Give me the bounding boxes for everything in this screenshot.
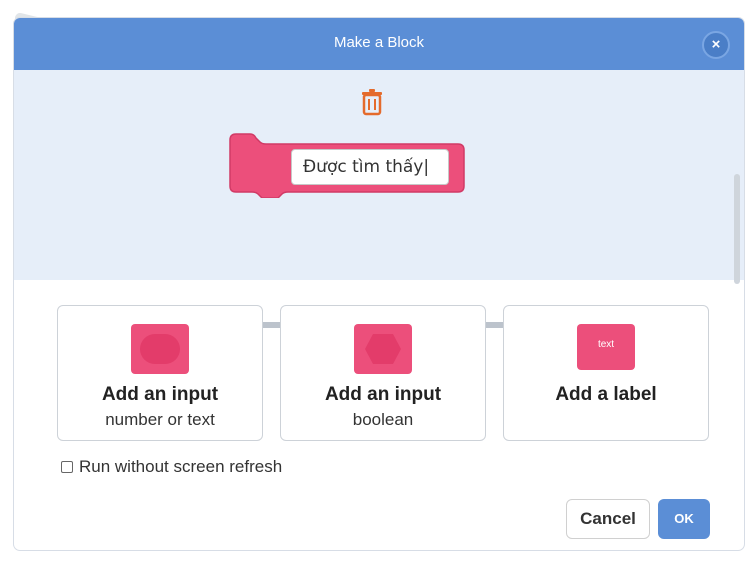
option-subtitle: number or text bbox=[105, 410, 215, 429]
close-button[interactable]: × bbox=[702, 31, 730, 59]
add-input-number-text-button[interactable]: Add an input number or text bbox=[57, 305, 263, 441]
cancel-button[interactable]: Cancel bbox=[566, 499, 650, 539]
option-subtitle: boolean bbox=[352, 410, 414, 429]
label-icon: text bbox=[577, 324, 635, 370]
block-workspace: Được tìm thấy| bbox=[14, 70, 744, 328]
option-title: Add a label bbox=[555, 384, 657, 405]
label-icon-text: text bbox=[597, 339, 615, 350]
run-without-refresh-checkbox[interactable]: Run without screen refresh bbox=[61, 457, 282, 477]
option-title: Add an input bbox=[324, 384, 442, 405]
make-a-block-dialog: Make a Block × Được tìm thấy| Add an inp… bbox=[14, 18, 744, 550]
dialog-titlebar: Make a Block × bbox=[14, 18, 744, 70]
add-input-boolean-button[interactable]: Add an input boolean bbox=[280, 305, 486, 441]
vertical-scrollbar[interactable] bbox=[734, 174, 740, 284]
checkbox-label: Run without screen refresh bbox=[79, 457, 283, 476]
add-label-button[interactable]: text Add a label bbox=[503, 305, 709, 441]
dialog-title: Make a Block bbox=[333, 34, 425, 51]
ok-button[interactable]: OK bbox=[658, 499, 710, 539]
boolean-input-icon bbox=[354, 324, 412, 374]
close-icon: × bbox=[711, 36, 721, 53]
option-title: Add an input bbox=[101, 384, 219, 405]
checkbox-box[interactable] bbox=[61, 461, 73, 473]
block-name-input[interactable]: Được tìm thấy| bbox=[291, 149, 449, 185]
trash-icon[interactable] bbox=[360, 88, 384, 116]
number-input-icon bbox=[131, 324, 189, 374]
